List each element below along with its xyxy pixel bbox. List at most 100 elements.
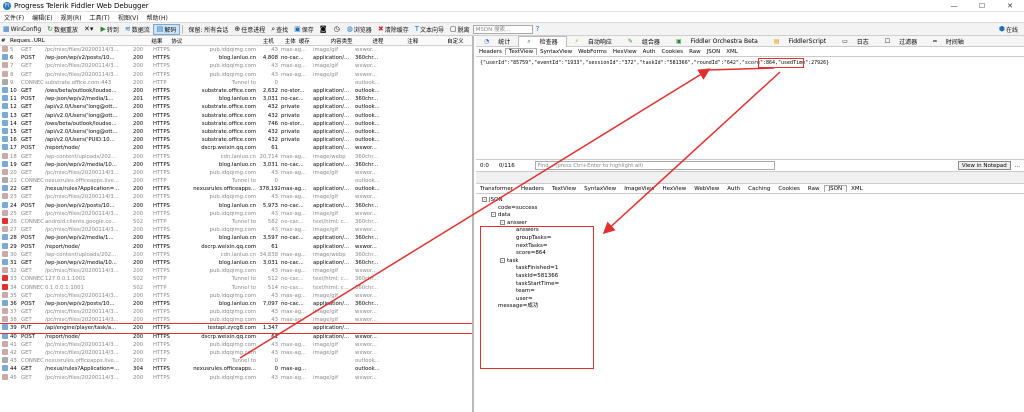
resp-tab-textview[interactable]: TextView bbox=[548, 186, 580, 192]
table-row[interactable]: 15 GET/api/v2.0/Users('long@ott... 200 HTTP… bbox=[0, 127, 472, 136]
col-header-result[interactable]: 结果 bbox=[150, 37, 170, 45]
table-row[interactable]: 8 GET/pc/misc/files/20200114/3... 200 HTTPS… bbox=[0, 70, 472, 79]
replay-button[interactable]: ↻ 数据重放 bbox=[44, 24, 81, 35]
resp-tab-json[interactable]: JSON bbox=[823, 185, 848, 192]
maximize-icon[interactable]: ☐ bbox=[968, 2, 996, 10]
stream-button[interactable]: ≋ 数据流 bbox=[122, 24, 153, 35]
table-row[interactable]: 21 CONNECTnexusrules.officeapps.live... 20… bbox=[0, 177, 472, 185]
menu-tools[interactable]: 工具(T) bbox=[85, 13, 113, 22]
req-tab-json[interactable]: JSON bbox=[704, 49, 724, 55]
msdn-search-input[interactable]: MSDN 搜索... bbox=[472, 24, 533, 34]
req-tab-textview[interactable]: TextView bbox=[504, 48, 538, 55]
tearoff-button[interactable]: ▢ 脱离 bbox=[447, 24, 473, 35]
table-row[interactable]: 32 GET/pc/misc/files/20200114/3... 200 HTTP… bbox=[0, 267, 472, 275]
table-row[interactable]: 31 GET/wp-json/wp/v2/media/10... 200 HTTPS b… bbox=[0, 258, 472, 267]
find-button[interactable]: ⌕ 查找 bbox=[268, 24, 291, 35]
table-row[interactable]: 7 GET/pc/misc/files/20200114/3... 200 HTTPS… bbox=[0, 62, 472, 70]
save-button[interactable]: ▣ 保存 bbox=[291, 24, 317, 35]
req-tab-headers[interactable]: Headers bbox=[476, 49, 505, 55]
table-row[interactable]: 26 CONNECTandroid.clients.google.co... 502… bbox=[0, 218, 472, 226]
go-button[interactable]: ▶ 转到 bbox=[97, 24, 121, 35]
menu-rules[interactable]: 规则(R) bbox=[57, 13, 86, 22]
table-row[interactable]: 40 POST/report/node/200 HTTPS dscrp.weixin.… bbox=[0, 332, 472, 341]
json-tree-node[interactable]: - data bbox=[482, 212, 1018, 220]
table-row[interactable]: 16 GET/api/v2.0/Users('PUID:10... 200 HTTPS… bbox=[0, 136, 472, 144]
col-header-content-type[interactable]: 内容类型 bbox=[330, 37, 372, 45]
menu-view[interactable]: 视图(V) bbox=[114, 13, 143, 22]
col-header-comments[interactable]: 注释 bbox=[406, 37, 446, 45]
more-options-button[interactable]: ... bbox=[1015, 163, 1020, 169]
tab-orchestra[interactable]: ▣ Fiddler Orchestra Beta bbox=[668, 38, 766, 45]
col-header-url[interactable]: URL bbox=[33, 38, 150, 44]
table-row[interactable]: 12 GET/api/v2.0/Users('long@ott... 200 HTTP… bbox=[0, 103, 472, 111]
winconfig-button[interactable]: ▦ WinConfig bbox=[0, 24, 44, 35]
minimize-icon[interactable]: — bbox=[940, 2, 968, 10]
col-header-process[interactable]: 进程 bbox=[371, 37, 406, 45]
resp-tab-hexview[interactable]: HexView bbox=[658, 186, 690, 192]
table-row[interactable]: 38 GET/pc/misc/files/20200114/3... 200 HTTP… bbox=[0, 316, 472, 324]
table-row[interactable]: 13 GET/api/v2.0/Users('long@ott... 200 HTTP… bbox=[0, 111, 472, 120]
table-row[interactable]: 14 GET/ows/beta/outlook/loudse... 200 HTTPS… bbox=[0, 119, 472, 128]
table-row[interactable]: 24 POST/wp-json/wp/v2/posts/10... 200 HTTPS… bbox=[0, 201, 472, 210]
req-tab-webforms[interactable]: WebForms bbox=[575, 49, 610, 55]
table-row[interactable]: 18 GET/wp-content/uploads/202... 200 HTTPS c… bbox=[0, 152, 472, 160]
table-row[interactable]: 27 GET/pc/misc/files/20200114/3... 200 HTTP… bbox=[0, 226, 472, 234]
expand-collapse-icon[interactable]: - bbox=[491, 212, 496, 218]
request-body-text[interactable]: {"userId":"85759","eventId":"1933","sess… bbox=[476, 57, 1024, 160]
req-tab-hexview[interactable]: HexView bbox=[610, 49, 640, 55]
menu-file[interactable]: 文件(F) bbox=[0, 13, 28, 22]
table-row[interactable]: 42 GET/pc/misc/files/20200114/3... 200 HTTP… bbox=[0, 349, 472, 357]
resp-tab-syntaxview[interactable]: SyntaxView bbox=[580, 186, 620, 192]
table-row[interactable]: 22 GET/nexus/rules?Application=... 200 HTTP… bbox=[0, 185, 472, 193]
table-row[interactable]: 37 GET/pc/misc/files/20200114/3... 200 HTTP… bbox=[0, 308, 472, 316]
table-row[interactable]: 41 GET/pc/misc/files/20200114/3... 200 HTTP… bbox=[0, 340, 472, 349]
timer-button[interactable]: ◷ bbox=[331, 24, 344, 35]
clear-cache-button[interactable]: ✖ 清除缓存 bbox=[375, 24, 412, 35]
tab-log[interactable]: ▭ 日志 bbox=[834, 37, 877, 46]
table-row[interactable]: 6 POST/wp-json/wp/v2/posts/10... 200 HTTPS b… bbox=[0, 54, 472, 62]
menu-edit[interactable]: 编辑(E) bbox=[28, 13, 56, 22]
table-row[interactable]: 23 GET/pc/misc/files/20200114/3... 200 HTTP… bbox=[0, 193, 472, 201]
col-header-caching[interactable]: 缓存 bbox=[298, 37, 330, 45]
tab-statistics[interactable]: ◔ 统计 bbox=[476, 37, 518, 46]
close-icon[interactable]: ✕ bbox=[996, 2, 1024, 10]
tab-fiddlerscript[interactable]: ▤ FiddlerScript bbox=[766, 38, 834, 45]
decode-button[interactable]: ▤ 解码 bbox=[152, 23, 181, 35]
table-row[interactable]: 5 GET/pc/misc/files/20200114/3... 200 HTTPS… bbox=[0, 46, 472, 54]
col-header-method[interactable]: Reques... bbox=[9, 38, 33, 44]
menu-help[interactable]: 帮助(H) bbox=[143, 13, 172, 22]
table-row[interactable]: 11 POST/wp-json/wp/v2/media/1... 201 HTTPS b… bbox=[0, 95, 472, 103]
table-row[interactable]: 25 GET/pc/misc/files/20200114/3... 200 HTTP… bbox=[0, 209, 472, 218]
expand-collapse-icon[interactable]: - bbox=[482, 197, 487, 202]
col-header-body[interactable]: 主体 bbox=[276, 37, 298, 45]
resp-tab-auth[interactable]: Auth bbox=[723, 186, 744, 192]
splitter[interactable] bbox=[476, 172, 1024, 184]
table-row[interactable]: 45 GET/pc/misc/files/20200114/3... 200 HTTP… bbox=[0, 373, 472, 382]
col-header-host[interactable]: 主机 bbox=[208, 37, 276, 45]
tab-autoresponder[interactable]: ⚡ 自动响应 bbox=[567, 37, 620, 46]
table-row[interactable]: 29 POST/report/node/200 HTTPS dscrp.weixin.… bbox=[0, 242, 472, 251]
resp-tab-transformer[interactable]: Transformer bbox=[476, 186, 517, 192]
table-row[interactable]: 19 GET/wp-json/wp/v2/media/10... 200 HTTPS b… bbox=[0, 160, 472, 169]
keep-sessions-dropdown[interactable]: 保留: 所有会话 bbox=[185, 24, 231, 35]
req-tab-cookies[interactable]: Cookies bbox=[659, 49, 687, 55]
resp-tab-xml[interactable]: XML bbox=[847, 186, 867, 192]
text-wizard-button[interactable]: T 文本向导 bbox=[412, 24, 447, 35]
table-row[interactable]: 20 GET/pc/misc/files/20200114/3... 200 HTTP… bbox=[0, 168, 472, 177]
table-row[interactable]: 43 CONNECTnexusrules.officeapps.live... 20… bbox=[0, 357, 472, 365]
table-row[interactable]: 35 GET/pc/misc/files/20200114/3... 200 HTTP… bbox=[0, 291, 472, 300]
table-row[interactable]: 36 POST/wp-json/wp/v2/posts/10... 200 HTTPS… bbox=[0, 299, 472, 308]
json-tree-node[interactable]: code=success bbox=[482, 205, 1018, 213]
resp-tab-cookies[interactable]: Cookies bbox=[774, 186, 804, 192]
table-row[interactable]: 17 POST/report/node/200 HTTPS dscrp.weixin.… bbox=[0, 144, 472, 152]
col-header-protocol[interactable]: 协议 bbox=[170, 37, 208, 45]
tab-inspectors[interactable]: ⌕ 检查器 bbox=[518, 35, 567, 47]
expand-collapse-icon[interactable]: - bbox=[500, 219, 505, 225]
resp-tab-raw[interactable]: Raw bbox=[804, 186, 824, 192]
table-row[interactable]: 44 GET/nexus/rules?Application=... 304 HTTP… bbox=[0, 365, 472, 373]
screenshot-button[interactable]: ◙ bbox=[317, 24, 331, 35]
table-row[interactable]: 10 GET/ows/beta/outlook/loudse... 200 HTTPS… bbox=[0, 87, 472, 95]
req-tab-syntaxview[interactable]: SyntaxView bbox=[537, 49, 575, 55]
col-header-number[interactable]: # bbox=[0, 38, 9, 44]
tab-filters[interactable]: ☐ 过滤器 bbox=[877, 37, 925, 46]
